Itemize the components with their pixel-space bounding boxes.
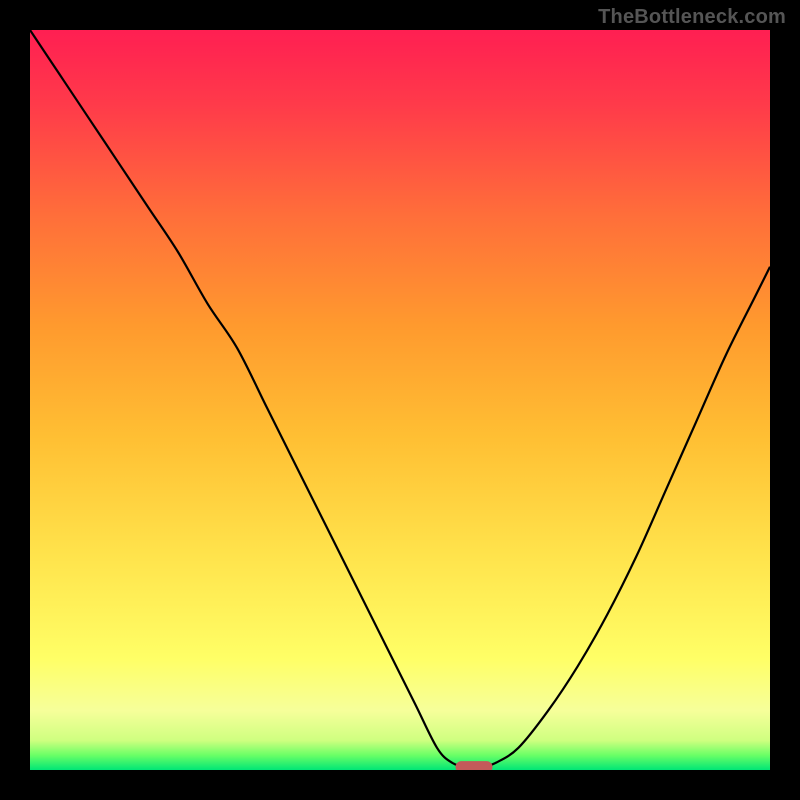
gradient-background xyxy=(30,30,770,770)
bottleneck-curve-chart xyxy=(30,30,770,770)
plot-area xyxy=(30,30,770,770)
chart-container: TheBottleneck.com xyxy=(0,0,800,800)
watermark-text: TheBottleneck.com xyxy=(598,6,786,29)
optimal-point-marker xyxy=(456,761,493,770)
